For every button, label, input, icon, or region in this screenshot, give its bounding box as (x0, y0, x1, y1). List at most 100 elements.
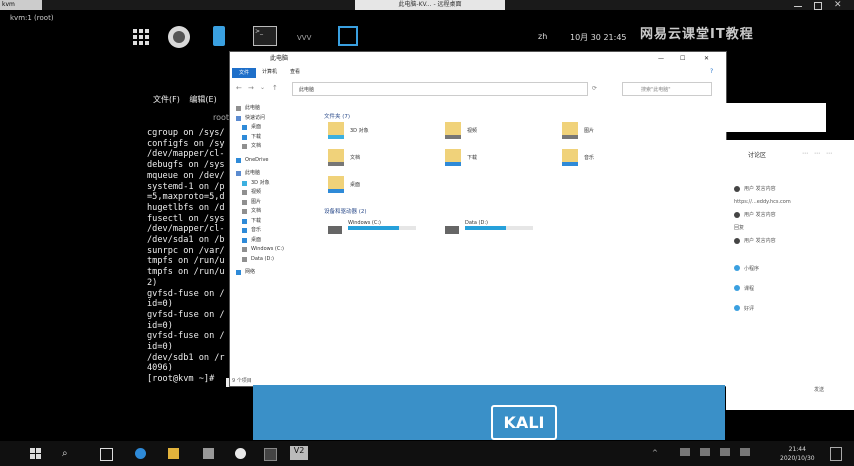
folder-item[interactable]: 文档 (328, 149, 360, 166)
recent-chevron-icon[interactable]: ⌄ (260, 84, 265, 91)
nav-item[interactable]: 文档 (242, 142, 316, 152)
search-icon[interactable]: ⌕ (62, 448, 73, 459)
avatar (734, 211, 740, 218)
burp-icon[interactable]: VVV (297, 34, 317, 42)
window-tab[interactable]: kvm (0, 0, 42, 10)
chat-side-item[interactable]: 小程序 (734, 258, 794, 278)
terminal-line: /dev/mapper/cl- (147, 224, 225, 235)
chrome-icon[interactable] (235, 448, 246, 459)
nav-item-label: 此电脑 (245, 170, 261, 176)
menu-file[interactable]: 文件(F) (153, 95, 180, 104)
nav-item[interactable]: 3D 对象 (242, 179, 316, 189)
ribbon-file-tab[interactable]: 文件 (232, 68, 256, 78)
chat-message-text: 用户 发言内容 (744, 212, 776, 218)
folder-label: 文档 (350, 155, 361, 161)
vnc-viewer-icon[interactable]: V2 (290, 446, 308, 460)
nav-item-icon (242, 125, 247, 131)
folder-label: 3D 对象 (350, 128, 369, 134)
ribbon-tab-computer[interactable]: 计算机 (262, 68, 277, 75)
store-icon[interactable] (203, 448, 214, 459)
firefox-icon[interactable] (168, 26, 190, 48)
folder-label: 视频 (467, 128, 478, 134)
chat-side-item[interactable]: 课程 (734, 278, 794, 298)
nav-item-icon (242, 209, 247, 215)
notification-icon[interactable] (830, 447, 842, 461)
folder-item[interactable]: 图片 (562, 122, 594, 139)
chat-side-icon (734, 285, 740, 291)
task-view-icon[interactable] (100, 448, 113, 461)
folder-item[interactable]: 3D 对象 (328, 122, 369, 139)
nav-item[interactable]: 图片 (242, 198, 316, 208)
nav-item[interactable]: 下载 (242, 133, 316, 143)
taskbar-clock[interactable]: 21:44 2020/10/30 (780, 445, 815, 463)
nav-item[interactable]: 此电脑 (236, 169, 316, 179)
minimize-icon[interactable] (794, 6, 802, 7)
battery-icon[interactable] (720, 448, 730, 456)
folder-icon (328, 176, 344, 193)
back-arrow-icon[interactable]: ← (236, 84, 242, 92)
folder-item[interactable]: 桌面 (328, 176, 360, 193)
apps-grid-icon[interactable] (133, 26, 153, 46)
nav-item[interactable]: 文档 (242, 207, 316, 217)
ime-icon[interactable] (740, 448, 750, 456)
nav-item[interactable]: 桌面 (242, 123, 316, 133)
nav-item[interactable]: 网络 (236, 268, 316, 278)
edge-icon[interactable] (135, 448, 146, 459)
terminal-line: mqueue on /dev/ (147, 170, 225, 181)
virtualbox-icon[interactable] (338, 26, 358, 46)
nav-item[interactable]: OneDrive (236, 156, 316, 166)
folder-item[interactable]: 视频 (445, 122, 477, 139)
drive-item[interactable]: Data (D:) (445, 220, 533, 234)
remote-desktop-icon[interactable] (264, 448, 277, 461)
network-icon[interactable] (680, 448, 690, 456)
ribbon: 文件 计算机 查看 ? (230, 66, 726, 80)
maximize-icon[interactable]: ☐ (680, 52, 685, 66)
nav-item-icon (236, 115, 241, 121)
nav-header[interactable]: 此电脑 (236, 104, 316, 114)
kali-logo: KALI (491, 405, 557, 440)
drive-item[interactable]: Windows (C:) (328, 220, 416, 234)
minimize-icon[interactable]: — (658, 52, 664, 66)
nav-item[interactable]: 视频 (242, 188, 316, 198)
close-icon[interactable]: ✕ (704, 52, 709, 66)
search-input[interactable]: 搜索"此电脑" (622, 82, 712, 96)
help-icon[interactable]: ? (710, 68, 713, 75)
chat-side-item[interactable]: 好评 (734, 298, 794, 318)
volume-icon[interactable] (700, 448, 710, 456)
forward-arrow-icon[interactable]: → (248, 84, 254, 92)
nav-item[interactable]: 快速访问 (236, 114, 316, 124)
refresh-icon[interactable]: ⟳ (592, 85, 597, 92)
windows-start-icon[interactable] (30, 448, 41, 459)
terminal-icon[interactable]: >_ (253, 26, 277, 46)
close-icon[interactable]: ✕ (834, 0, 842, 10)
address-bar[interactable]: 此电脑 (292, 82, 588, 96)
language-indicator[interactable]: zh (538, 32, 547, 41)
nav-item[interactable]: 音乐 (242, 226, 316, 236)
file-explorer-taskbar-icon[interactable] (168, 448, 179, 459)
drive-usage-bar (465, 226, 533, 230)
chat-message: 回复 (734, 221, 852, 234)
nav-list: 快速访问 桌面 下载 文档 OneDrive 此电脑 3D 对象 视频 图片 文档 下载 音乐 桌面 Wi… (232, 114, 316, 278)
nav-item[interactable]: 桌面 (242, 236, 316, 246)
chat-side-icon (734, 265, 740, 271)
chat-actions[interactable]: ⋯⋯⋯ (802, 150, 838, 157)
maximize-icon[interactable] (814, 2, 822, 10)
folder-item[interactable]: 音乐 (562, 149, 594, 166)
panel-clock[interactable]: 10月 30 21:45 (570, 32, 627, 43)
nav-item[interactable]: 下载 (242, 217, 316, 227)
terminal-line: sunrpc on /var/ (147, 245, 225, 256)
ribbon-tab-view[interactable]: 查看 (290, 68, 300, 75)
nav-item[interactable]: Data (D:) (242, 255, 316, 265)
chat-message: https://...eddy.hcs.com (734, 195, 852, 208)
computer-icon (236, 106, 241, 112)
chat-message: 用户 发言内容 (734, 234, 852, 247)
up-arrow-icon[interactable]: ↑ (272, 84, 278, 92)
folder-item[interactable]: 下载 (445, 149, 477, 166)
tray-chevron-icon[interactable]: ^ (652, 449, 658, 457)
notes-app-icon[interactable] (213, 26, 225, 46)
send-button[interactable]: 发送 (814, 386, 824, 393)
nav-item[interactable]: Windows (C:) (242, 245, 316, 255)
menu-edit[interactable]: 编辑(E) (189, 95, 216, 104)
nav-item-icon (242, 228, 247, 234)
terminal-output[interactable]: cgroup on /sys/configfs on /sy/dev/mappe… (147, 128, 237, 385)
